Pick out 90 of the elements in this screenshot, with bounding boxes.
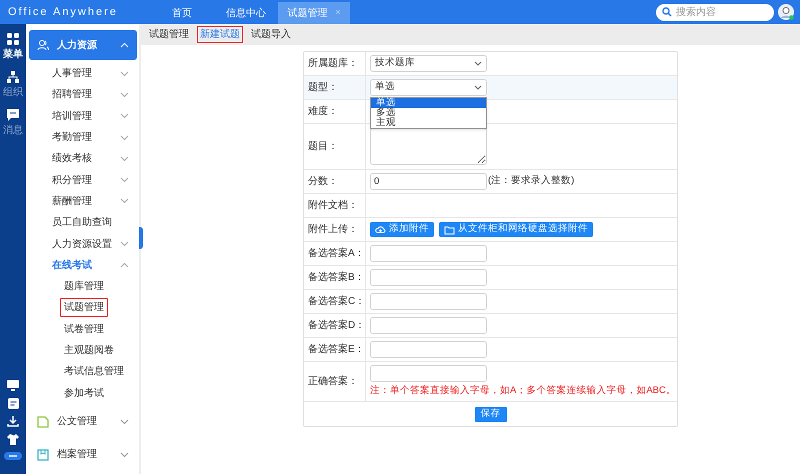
attach-button[interactable]: 从文件柜和网络硬盘选择附件 bbox=[439, 222, 593, 237]
input-field[interactable] bbox=[370, 317, 487, 334]
monitor-icon[interactable] bbox=[7, 380, 19, 391]
menu-group[interactable]: 档案管理 bbox=[29, 440, 137, 470]
shirt-icon[interactable] bbox=[7, 434, 19, 445]
warning-text: 注：单个答案直接输入字母，如A；多个答案连续输入字母，如ABC。 bbox=[370, 384, 676, 398]
menu-group[interactable]: 公文管理 bbox=[29, 406, 137, 437]
tab[interactable]: 信息中心 bbox=[214, 2, 278, 24]
chevron-down-icon bbox=[120, 156, 129, 162]
field-label: 备选答案C： bbox=[308, 294, 366, 309]
field-label: 所属题库： bbox=[308, 56, 358, 71]
field-label: 备选答案D： bbox=[308, 318, 366, 333]
menu-item[interactable]: 绩效考核 bbox=[29, 148, 137, 170]
people-icon bbox=[37, 39, 49, 51]
submenu-item[interactable]: 试题管理 bbox=[60, 298, 108, 318]
chevron-down-icon bbox=[120, 198, 129, 204]
archive-icon bbox=[37, 448, 49, 461]
search-icon bbox=[662, 7, 672, 17]
save-button[interactable]: 保存 bbox=[474, 406, 506, 422]
submenu-item[interactable]: 题库管理 bbox=[60, 279, 108, 294]
chevron-up-icon bbox=[120, 262, 129, 268]
chevron-down-icon bbox=[120, 418, 129, 425]
toggle-icon[interactable] bbox=[4, 452, 22, 460]
caret-icon bbox=[474, 61, 482, 66]
chevron-down-icon bbox=[120, 241, 129, 248]
chevron-up-icon bbox=[120, 42, 129, 48]
menu-item[interactable]: 在线考试 bbox=[29, 254, 137, 276]
field-label: 分数： bbox=[308, 175, 338, 189]
document-icon bbox=[37, 416, 49, 428]
attach-button[interactable]: 添加附件 bbox=[370, 222, 434, 237]
tab[interactable]: 首页 bbox=[150, 2, 214, 24]
dropdown-option[interactable]: 主观 bbox=[371, 118, 486, 128]
chevron-down-icon bbox=[120, 113, 129, 120]
input-field[interactable] bbox=[370, 293, 487, 310]
field-label: 题型： bbox=[308, 80, 338, 95]
dropdown-option[interactable]: 多选 bbox=[371, 108, 486, 118]
collapse-handle[interactable] bbox=[139, 227, 143, 249]
menu-group[interactable]: 人力资源 bbox=[29, 30, 137, 60]
caret-icon bbox=[474, 85, 482, 90]
menu-item[interactable]: 积分管理 bbox=[29, 169, 137, 191]
field-label: 备选答案A： bbox=[308, 246, 365, 261]
rail-label[interactable]: 消息 bbox=[3, 123, 23, 138]
dropdown[interactable]: 技术题库 bbox=[370, 55, 487, 72]
input-field[interactable] bbox=[370, 341, 487, 358]
field-label: 附件上传： bbox=[308, 222, 358, 237]
search-field[interactable]: 搜索内容 bbox=[656, 4, 774, 20]
rail-label[interactable]: 菜单 bbox=[3, 47, 23, 62]
chevron-down-icon bbox=[120, 70, 129, 77]
submenu-item[interactable]: 考试信息管理 bbox=[60, 364, 128, 380]
avatar-icon[interactable] bbox=[778, 4, 794, 20]
hint-text: (注：要求录入整数) bbox=[488, 174, 574, 188]
menu-item[interactable]: 考勤管理 bbox=[29, 126, 137, 148]
field-label: 备选答案B： bbox=[308, 270, 365, 285]
grid-icon[interactable] bbox=[6, 32, 20, 46]
submenu-item[interactable]: 主观题阅卷 bbox=[60, 343, 118, 358]
text-area[interactable] bbox=[370, 128, 487, 165]
menu-item[interactable]: 人力资源设置 bbox=[29, 233, 137, 255]
rail-label[interactable]: 组织 bbox=[3, 85, 23, 100]
input-field[interactable]: 0 bbox=[370, 173, 487, 190]
field-label: 难度： bbox=[308, 104, 338, 119]
submenu-item[interactable]: 试卷管理 bbox=[60, 322, 108, 337]
input-field[interactable] bbox=[370, 245, 487, 262]
sub-tab[interactable]: 试题导入 bbox=[249, 27, 293, 42]
field-label: 备选答案E： bbox=[308, 342, 365, 357]
sub-tab[interactable]: 新建试题 bbox=[197, 26, 243, 43]
field-label: 正确答案： bbox=[308, 374, 358, 390]
field-label: 题目： bbox=[308, 140, 338, 154]
sub-tab[interactable]: 试题管理 bbox=[147, 27, 191, 42]
menu-item[interactable]: 员工自助查询 bbox=[29, 212, 137, 234]
submenu-item[interactable]: 参加考试 bbox=[60, 386, 108, 401]
menu-item[interactable]: 培训管理 bbox=[29, 106, 137, 127]
cloud-upload-icon bbox=[375, 224, 386, 234]
download-icon[interactable] bbox=[7, 416, 19, 427]
folder-icon bbox=[444, 224, 455, 234]
chevron-down-icon bbox=[120, 177, 129, 184]
logo-text: Office Anywhere bbox=[8, 4, 118, 20]
dropdown[interactable]: 单选 bbox=[370, 79, 487, 96]
chevron-down-icon bbox=[120, 452, 129, 458]
dropdown-option[interactable]: 单选 bbox=[371, 98, 486, 108]
field-label: 附件文档： bbox=[308, 198, 358, 213]
menu-item[interactable]: 人事管理 bbox=[29, 63, 137, 84]
menu-item[interactable]: 招聘管理 bbox=[29, 84, 137, 106]
menu-item[interactable]: 薪酬管理 bbox=[29, 190, 137, 212]
chevron-down-icon bbox=[120, 92, 129, 98]
chevron-down-icon bbox=[120, 134, 129, 141]
input-field[interactable] bbox=[370, 269, 487, 286]
input-field[interactable] bbox=[370, 365, 487, 382]
message-icon[interactable] bbox=[6, 108, 20, 122]
card-icon[interactable] bbox=[8, 398, 18, 409]
org-chart-icon[interactable] bbox=[6, 70, 20, 84]
